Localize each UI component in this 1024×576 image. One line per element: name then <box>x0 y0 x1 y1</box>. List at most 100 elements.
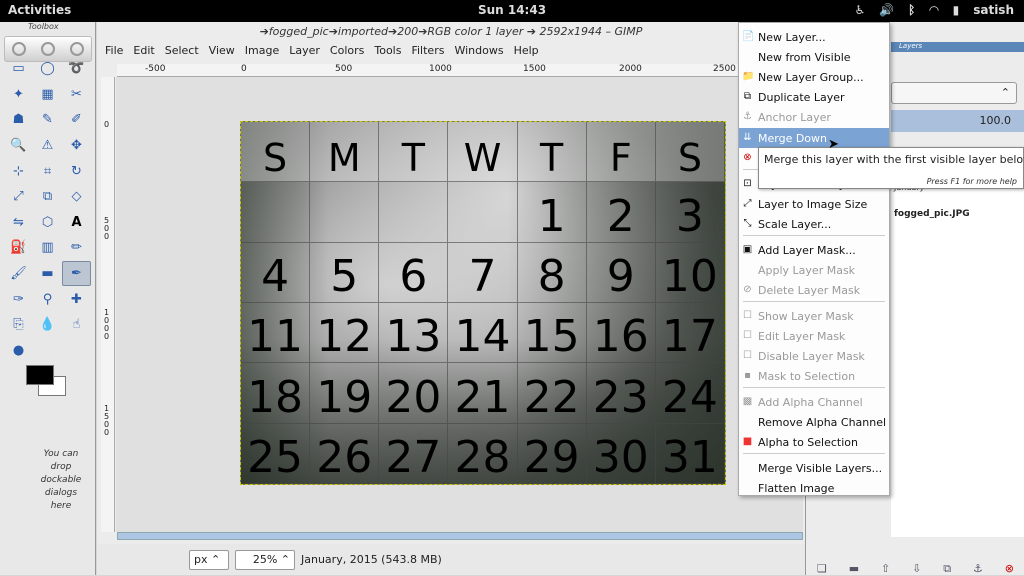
rotate-icon[interactable]: ↻ <box>62 158 91 184</box>
mode-select[interactable]: ⌃ <box>891 82 1017 104</box>
paths-icon[interactable]: ✎ <box>33 107 62 133</box>
layer-item-fogged-pic[interactable]: fogged_pic.JPG <box>891 209 970 219</box>
rect-select-icon[interactable]: ▭ <box>4 56 33 82</box>
paintbrush-icon[interactable]: 🖌 <box>4 261 33 287</box>
lasso-icon[interactable]: ➰ <box>62 56 91 82</box>
dodge-icon[interactable]: ● <box>4 338 33 364</box>
blur-icon[interactable]: 💧 <box>33 312 62 338</box>
menu-item-alpha-to-selection[interactable]: ■ Alpha to Selection <box>739 432 889 452</box>
menu-item-new-from-visible[interactable]: New from Visible <box>739 47 889 67</box>
menu-item-label: Duplicate Layer <box>758 90 845 104</box>
measure-icon[interactable]: ⚠ <box>33 133 62 159</box>
opacity-field[interactable]: 100.0 <box>891 110 1024 132</box>
cage-icon[interactable]: ⬡ <box>33 210 62 236</box>
ink-icon[interactable]: ✑ <box>4 286 33 312</box>
canvas-area[interactable]: S M T W T F S 1 2 3 4 5 6 7 8 9 10 11 12 13 14 15 16 17 18 19 20 21… <box>116 77 803 532</box>
tooltip-text: Merge this layer with the first visible … <box>764 153 1024 166</box>
menu-image[interactable]: Image <box>245 44 279 57</box>
menu-colors[interactable]: Colors <box>330 44 364 57</box>
battery-icon[interactable]: ▮ <box>953 3 960 17</box>
alpha-selection-icon: ■ <box>742 436 753 447</box>
anchor-layer-icon[interactable]: ⚓ <box>973 562 983 576</box>
menu-item-merge-visible-layers[interactable]: Merge Visible Layers... <box>739 458 889 478</box>
menu-item-new-layer-group[interactable]: 📁 New Layer Group... <box>739 67 889 87</box>
airbrush-icon[interactable]: ✒ <box>62 260 91 287</box>
menu-item-add-layer-mask[interactable]: ▣ Add Layer Mask... <box>739 240 889 260</box>
menu-item-duplicate-layer[interactable]: ⧉ Duplicate Layer <box>739 87 889 107</box>
foreground-color[interactable] <box>26 365 54 385</box>
clone-icon[interactable]: ⚲ <box>33 286 62 312</box>
menu-item-layer-to-image-size[interactable]: ⤢ Layer to Image Size <box>739 194 889 214</box>
perspective-clone-icon[interactable]: ⎘ <box>4 312 33 338</box>
text-icon[interactable]: A <box>62 210 91 236</box>
zoom-select[interactable]: 25% ⌃ <box>235 549 295 570</box>
color-swatches[interactable] <box>26 365 70 399</box>
menu-item-label: Remove Alpha Channel <box>758 415 887 429</box>
user-menu[interactable]: satish <box>973 3 1014 17</box>
raise-layer-icon[interactable]: ⇧ <box>881 562 890 576</box>
smudge-icon[interactable]: ☝ <box>62 312 91 338</box>
eraser-icon[interactable]: ▬ <box>33 261 62 287</box>
color-select-icon[interactable]: ▦ <box>33 82 62 108</box>
foreground-select-icon[interactable]: ☗ <box>4 107 33 133</box>
shear-icon[interactable]: ⧉ <box>33 184 62 210</box>
menu-item-merge-down[interactable]: ⇊ Merge Down <box>739 128 889 148</box>
unit-select[interactable]: px ⌃ <box>189 549 229 570</box>
new-layer-icon: 📄 <box>742 31 755 42</box>
flip-icon[interactable]: ⇋ <box>4 210 33 236</box>
move-icon[interactable]: ✥ <box>62 133 91 159</box>
volume-icon[interactable]: 🔊 <box>879 3 894 17</box>
calendar-date: 22 <box>517 363 587 424</box>
new-group-icon[interactable]: ▬ <box>849 562 859 576</box>
menu-filters[interactable]: Filters <box>411 44 444 57</box>
delete-icon: ⊗ <box>743 152 752 163</box>
bucket-fill-icon[interactable]: ⛽ <box>4 235 33 261</box>
menu-file[interactable]: File <box>105 44 123 57</box>
heal-icon[interactable]: ✚ <box>62 286 91 312</box>
accessibility-icon[interactable]: ♿ <box>854 3 865 17</box>
menu-help[interactable]: Help <box>514 44 539 57</box>
scissors-icon[interactable]: ✂ <box>62 82 91 108</box>
pencil-icon[interactable]: ✏ <box>62 235 91 261</box>
menu-view[interactable]: View <box>209 44 235 57</box>
bluetooth-icon[interactable]: ᛒ <box>908 3 915 17</box>
crop-icon[interactable]: ⌗ <box>33 158 62 184</box>
perspective-icon[interactable]: ◇ <box>62 184 91 210</box>
system-tray: ♿ 🔊 ᛒ ◠ ▮ satish <box>854 3 1014 17</box>
day-header: T <box>379 122 449 183</box>
color-picker-icon[interactable]: ✐ <box>62 107 91 133</box>
ellipse-select-icon[interactable]: ◯ <box>33 56 62 82</box>
menu-item-mask-to-selection: ▪ Mask to Selection <box>739 366 889 386</box>
anchor-icon: ⚓ <box>743 111 752 122</box>
ruler-label: 1000 <box>104 308 110 341</box>
menu-item-new-layer[interactable]: 📄 New Layer... <box>739 27 889 47</box>
status-info: January, 2015 (543.8 MB) <box>301 553 442 566</box>
duplicate-layer-icon[interactable]: ⧉ <box>943 562 951 576</box>
horizontal-scrollbar[interactable] <box>117 532 803 540</box>
menu-item-anchor-layer: ⚓ Anchor Layer <box>739 107 889 127</box>
delete-layer-icon[interactable]: ⊗ <box>1005 562 1014 576</box>
tool-grid: ▭ ◯ ➰ ✦ ▦ ✂ ☗ ✎ ✐ 🔍 ⚠ ✥ ⊹ ⌗ ↻ ⤢ ⧉ ◇ ⇋ ⬡ … <box>4 56 94 363</box>
menu-item-flatten-image[interactable]: Flatten Image <box>739 478 889 498</box>
image-canvas[interactable]: S M T W T F S 1 2 3 4 5 6 7 8 9 10 11 12 13 14 15 16 17 18 19 20 21… <box>240 121 726 485</box>
menu-tools[interactable]: Tools <box>374 44 401 57</box>
menu-item-remove-alpha-channel[interactable]: Remove Alpha Channel <box>739 412 889 432</box>
layers-tab[interactable]: Layers <box>891 42 1024 52</box>
calendar-date: 23 <box>586 363 656 424</box>
wifi-icon[interactable]: ◠ <box>929 3 938 17</box>
fuzzy-select-icon[interactable]: ✦ <box>4 82 33 108</box>
zoom-icon[interactable]: 🔍 <box>4 133 33 159</box>
lower-layer-icon[interactable]: ⇩ <box>912 562 921 576</box>
horizontal-ruler[interactable]: -500 0 500 1000 1500 2000 2500 <box>117 64 803 77</box>
align-icon[interactable]: ⊹ <box>4 158 33 184</box>
menu-select[interactable]: Select <box>165 44 199 57</box>
calendar-date <box>310 182 380 243</box>
gradient-icon[interactable]: ▥ <box>33 235 62 261</box>
scale-icon[interactable]: ⤢ <box>4 184 33 210</box>
menu-layer[interactable]: Layer <box>289 44 320 57</box>
menu-windows[interactable]: Windows <box>454 44 503 57</box>
vertical-ruler[interactable]: 0 500 1000 1500 <box>101 77 115 532</box>
menu-item-scale-layer[interactable]: ⤡ Scale Layer... <box>739 214 889 234</box>
new-layer-icon[interactable]: ❏ <box>817 562 827 576</box>
menu-edit[interactable]: Edit <box>133 44 154 57</box>
